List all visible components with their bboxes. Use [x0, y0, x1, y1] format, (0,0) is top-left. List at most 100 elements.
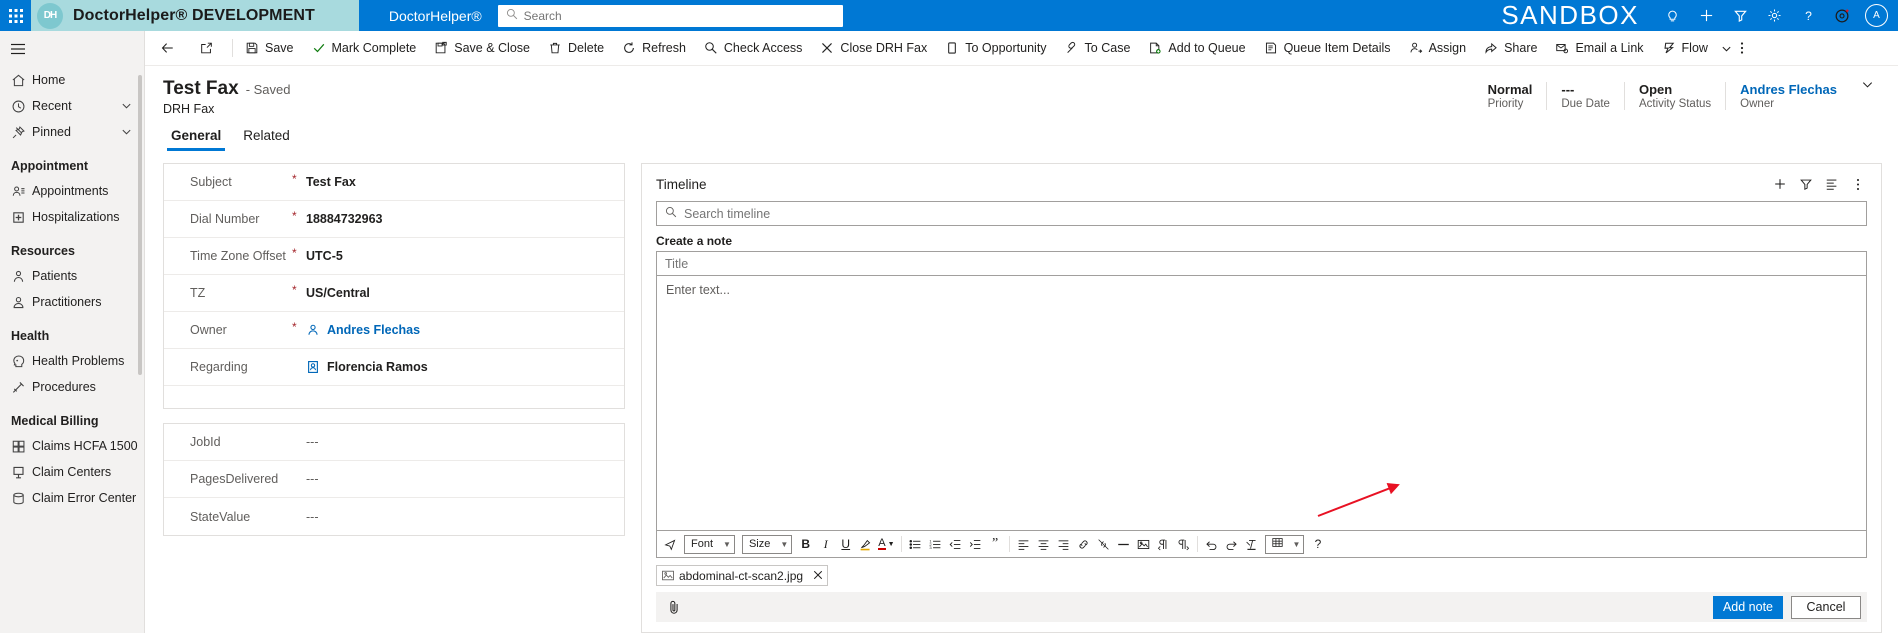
font-family-select[interactable]: Font ▼ [684, 534, 735, 554]
timeline-more-icon[interactable] [1845, 173, 1871, 195]
note-title-field[interactable] [656, 251, 1867, 276]
sidebar-item-procedures[interactable]: Procedures [0, 374, 144, 400]
cancel-note-button[interactable]: Cancel [1791, 595, 1861, 619]
sidebar-scrollbar[interactable] [138, 75, 142, 375]
header-field-owner[interactable]: Andres Flechas Owner [1725, 82, 1851, 110]
add-note-button[interactable]: Add note [1713, 595, 1783, 619]
undo-icon[interactable] [1202, 534, 1221, 555]
open-in-new-window-button[interactable] [190, 31, 229, 65]
sidebar-item-pinned[interactable]: Pinned [0, 119, 144, 145]
field-value[interactable]: UTC-5 [306, 249, 343, 263]
horizontal-rule-icon[interactable] [1114, 534, 1133, 555]
font-size-select[interactable]: Size ▼ [741, 534, 793, 554]
timeline-search[interactable] [656, 201, 1867, 226]
insert-template-icon[interactable] [661, 534, 680, 555]
add-timeline-record-icon[interactable] [1767, 173, 1793, 195]
sidebar-item-hospitalizations[interactable]: Hospitalizations [0, 204, 144, 230]
chevron-down-icon[interactable] [121, 99, 132, 114]
timeline-search-input[interactable] [684, 206, 1858, 221]
avatar[interactable]: A [1865, 4, 1888, 27]
sidebar-item-patients[interactable]: Patients [0, 263, 144, 289]
command-check-access[interactable]: Check Access [695, 31, 812, 65]
field-value[interactable]: Florencia Ramos [306, 360, 428, 374]
command-delete[interactable]: Delete [539, 31, 613, 65]
insert-link-icon[interactable] [1074, 534, 1093, 555]
note-body-field[interactable]: Enter text... [656, 276, 1867, 531]
remove-link-icon[interactable] [1094, 534, 1113, 555]
ltr-icon[interactable] [1174, 534, 1193, 555]
insert-image-icon[interactable] [1134, 534, 1153, 555]
italic-icon[interactable]: I [816, 534, 835, 555]
command-flow[interactable]: Flow [1653, 31, 1717, 65]
numbered-list-icon[interactable]: 123 [926, 534, 945, 555]
bulleted-list-icon[interactable] [906, 534, 925, 555]
chevron-down-icon[interactable] [121, 125, 132, 140]
field-value[interactable]: 18884732963 [306, 212, 382, 226]
command-save-close[interactable]: Save & Close [425, 31, 539, 65]
sidebar-item-claims-hcfa-1500[interactable]: Claims HCFA 1500 [0, 433, 144, 459]
align-right-icon[interactable] [1054, 534, 1073, 555]
app-launcher-icon[interactable] [0, 0, 31, 31]
sidebar-item-home[interactable]: Home [0, 67, 144, 93]
lightbulb-icon[interactable] [1657, 0, 1687, 31]
assistant-icon[interactable] [1827, 0, 1857, 31]
clear-formatting-icon[interactable] [1242, 534, 1261, 555]
increase-indent-icon[interactable] [966, 534, 985, 555]
sidebar-item-claim-centers[interactable]: Claim Centers [0, 459, 144, 485]
field-value[interactable]: --- [306, 510, 319, 524]
field-value[interactable]: --- [306, 435, 319, 449]
sidebar-item-practitioners[interactable]: Practitioners [0, 289, 144, 315]
command-queue-item-details[interactable]: Queue Item Details [1255, 31, 1400, 65]
plus-icon[interactable] [1691, 0, 1721, 31]
header-expand-button[interactable] [1851, 78, 1880, 91]
align-left-icon[interactable] [1014, 534, 1033, 555]
command-assign[interactable]: Assign [1400, 31, 1476, 65]
help-icon[interactable]: ? [1793, 0, 1823, 31]
gear-icon[interactable] [1759, 0, 1789, 31]
header-field-value[interactable]: Andres Flechas [1740, 82, 1837, 97]
tab-related[interactable]: Related [235, 126, 298, 151]
rtl-icon[interactable] [1154, 534, 1173, 555]
insert-table-select[interactable]: ▼ [1264, 534, 1305, 554]
flow-chevron-button[interactable] [1717, 31, 1736, 65]
attachment-chip[interactable]: abdominal-ct-scan2.jpg [656, 565, 829, 586]
command-save[interactable]: Save [236, 31, 303, 65]
command-to-opportunity[interactable]: To Opportunity [936, 31, 1055, 65]
field-value[interactable]: US/Central [306, 286, 370, 300]
field-value[interactable]: Andres Flechas [306, 323, 420, 337]
global-search-input[interactable] [523, 8, 835, 23]
sidebar-item-appointments[interactable]: Appointments [0, 178, 144, 204]
redo-icon[interactable] [1222, 534, 1241, 555]
command-share[interactable]: Share [1475, 31, 1546, 65]
field-value[interactable]: Test Fax [306, 175, 356, 189]
command-to-case[interactable]: To Case [1056, 31, 1140, 65]
sidebar-item-recent[interactable]: Recent [0, 93, 144, 119]
font-color-icon[interactable]: A ▼ [876, 534, 896, 555]
command-mark-complete[interactable]: Mark Complete [303, 31, 426, 65]
back-button[interactable] [151, 31, 190, 65]
underline-icon[interactable]: U [836, 534, 855, 555]
remove-attachment-icon[interactable] [813, 569, 823, 583]
sidebar-item-claim-error-center[interactable]: Claim Error Center [0, 485, 144, 511]
global-search[interactable] [497, 4, 843, 27]
paperclip-icon[interactable] [662, 600, 686, 615]
command-close-drh-fax[interactable]: Close DRH Fax [811, 31, 936, 65]
timeline-expand-all-icon[interactable] [1819, 173, 1845, 195]
more-commands-button[interactable] [1736, 31, 1748, 65]
rte-help-icon[interactable]: ? [1308, 534, 1327, 555]
command-refresh[interactable]: Refresh [613, 31, 695, 65]
blockquote-icon[interactable]: ” [986, 534, 1005, 555]
command-email-a-link[interactable]: Email a Link [1546, 31, 1652, 65]
filter-icon[interactable] [1725, 0, 1755, 31]
tab-general[interactable]: General [163, 126, 229, 151]
sidebar-item-health-problems[interactable]: Health Problems [0, 348, 144, 374]
highlight-icon[interactable] [856, 534, 875, 555]
timeline-filter-icon[interactable] [1793, 173, 1819, 195]
command-add-to-queue[interactable]: Add to Queue [1139, 31, 1254, 65]
site-map-toggle[interactable] [0, 31, 144, 67]
decrease-indent-icon[interactable] [946, 534, 965, 555]
app-name[interactable]: DoctorHelper® [359, 0, 498, 31]
align-center-icon[interactable] [1034, 534, 1053, 555]
field-value[interactable]: --- [306, 472, 319, 486]
bold-icon[interactable]: B [796, 534, 815, 555]
